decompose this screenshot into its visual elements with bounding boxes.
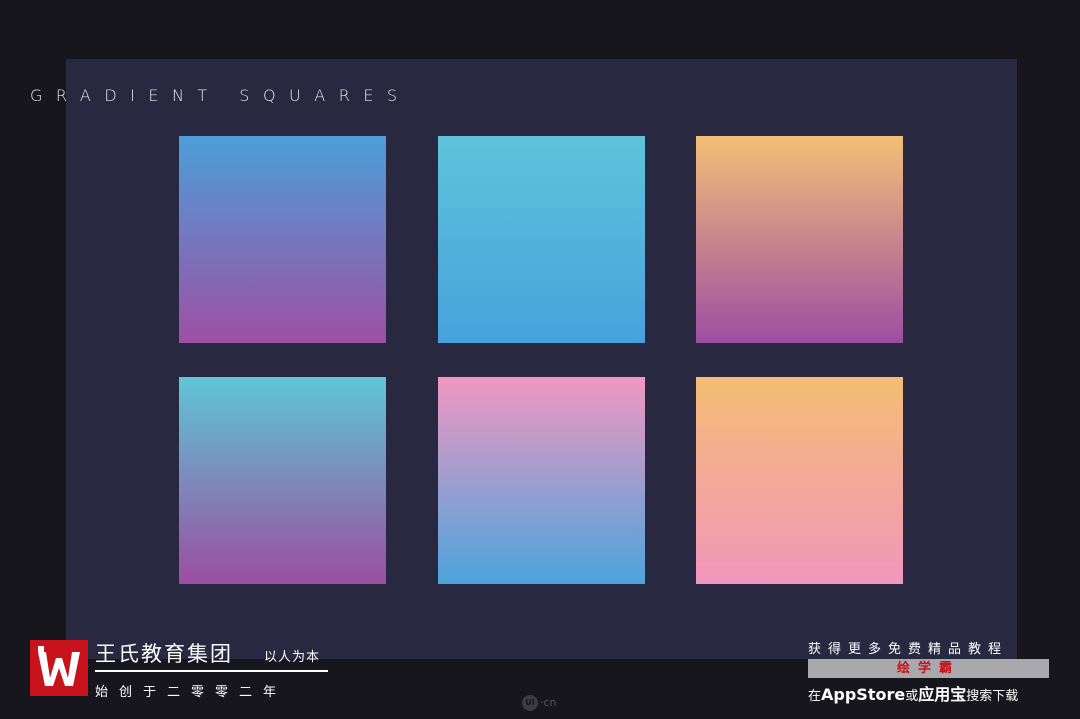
watermark-text: ·cn xyxy=(540,696,557,709)
promo-or: 或 xyxy=(905,689,919,704)
watermark: UI ·cn xyxy=(522,695,557,711)
promo-highlight: 绘学霸 xyxy=(808,659,1049,678)
brand-since: 始创于二零零二年 xyxy=(95,685,288,700)
promo-line-3: 在AppStore或应用宝搜索下载 xyxy=(808,681,1018,705)
page-title: GRADIENT SQUARES xyxy=(30,86,411,105)
brand-motto: 以人为本 xyxy=(264,650,321,665)
promo-appstore: AppStore xyxy=(821,685,906,704)
promo-yyb: 应用宝 xyxy=(918,685,967,704)
gradient-square-1 xyxy=(179,136,386,343)
gradient-square-5 xyxy=(438,377,645,584)
gradient-square-4 xyxy=(179,377,386,584)
brand-divider xyxy=(95,670,328,672)
watermark-badge-icon: UI xyxy=(522,695,538,711)
gradient-square-3 xyxy=(696,136,903,343)
promo-line-1: 获得更多免费精品教程 xyxy=(808,642,1009,657)
gradient-square-2 xyxy=(438,136,645,343)
gradient-square-6 xyxy=(696,377,903,584)
promo-post: 搜索下载 xyxy=(966,689,1019,704)
promo-pre: 在 xyxy=(808,689,822,704)
brand-name: 王氏教育集团 xyxy=(95,642,233,666)
brand-logo-icon xyxy=(30,640,88,696)
